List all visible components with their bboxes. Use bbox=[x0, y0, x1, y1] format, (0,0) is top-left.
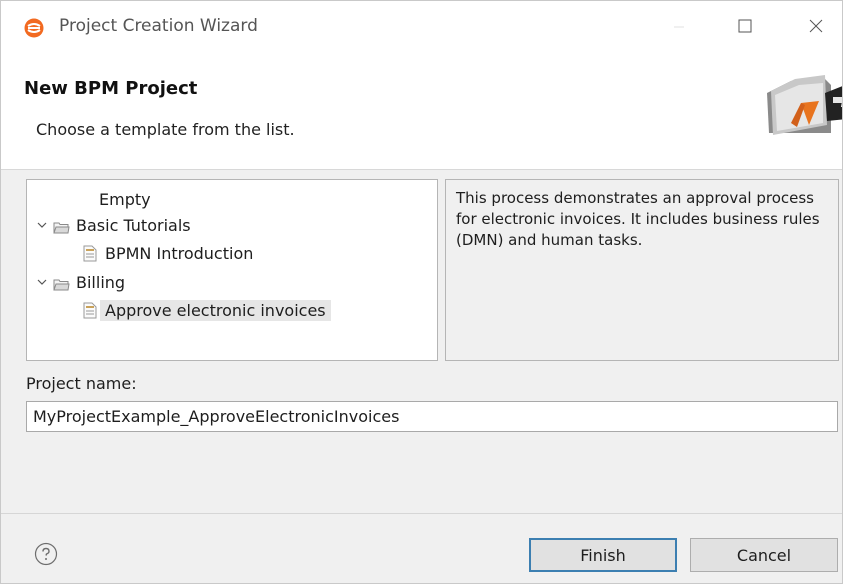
close-icon bbox=[809, 18, 823, 37]
tree-item-label: Approve electronic invoices bbox=[100, 299, 331, 321]
description-text: This process demonstrates an approval pr… bbox=[456, 189, 820, 249]
page-subtitle: Choose a template from the list. bbox=[36, 120, 295, 139]
cancel-button[interactable]: Cancel bbox=[690, 538, 838, 572]
finish-button[interactable]: Finish bbox=[529, 538, 677, 572]
template-description: This process demonstrates an approval pr… bbox=[445, 179, 839, 361]
project-name-input[interactable] bbox=[26, 401, 838, 432]
maximize-icon bbox=[738, 18, 752, 37]
minimize-icon bbox=[673, 18, 685, 37]
tree-item-label: Billing bbox=[76, 272, 126, 292]
help-button[interactable] bbox=[34, 542, 58, 566]
wizard-header: New BPM Project Choose a template from t… bbox=[1, 53, 842, 170]
file-icon bbox=[83, 245, 97, 262]
folder-icon bbox=[53, 276, 70, 290]
tree-item-label: Basic Tutorials bbox=[76, 215, 191, 235]
tree-folder-billing[interactable]: Billing bbox=[35, 269, 125, 295]
tree-item-empty[interactable]: Empty bbox=[99, 186, 151, 212]
app-logo-icon bbox=[24, 18, 44, 38]
tree-item-label: BPMN Introduction bbox=[105, 243, 254, 263]
chevron-down-icon[interactable] bbox=[35, 218, 49, 232]
page-title: New BPM Project bbox=[24, 78, 198, 99]
tree-item-label: Empty bbox=[99, 189, 151, 209]
template-tree[interactable]: Empty Basic Tutorials BPMN Introduction bbox=[26, 179, 438, 361]
tree-item-bpmn-introduction[interactable]: BPMN Introduction bbox=[83, 240, 253, 266]
folder-icon bbox=[53, 219, 70, 233]
footer-divider bbox=[1, 513, 842, 514]
title-bar[interactable]: Project Creation Wizard bbox=[1, 1, 842, 53]
maximize-button[interactable] bbox=[722, 1, 768, 53]
project-name-label: Project name: bbox=[26, 374, 137, 393]
wizard-window: Project Creation Wizard New BPM Project … bbox=[0, 0, 843, 584]
close-button[interactable] bbox=[793, 1, 839, 53]
chevron-down-icon[interactable] bbox=[35, 275, 49, 289]
window-title: Project Creation Wizard bbox=[59, 16, 258, 36]
file-icon bbox=[83, 302, 97, 319]
tree-folder-basic-tutorials[interactable]: Basic Tutorials bbox=[35, 212, 191, 238]
minimize-button[interactable] bbox=[656, 1, 702, 53]
wizard-banner-image bbox=[761, 63, 842, 147]
help-icon bbox=[34, 542, 58, 570]
tree-item-approve-electronic-invoices[interactable]: Approve electronic invoices bbox=[83, 297, 331, 323]
